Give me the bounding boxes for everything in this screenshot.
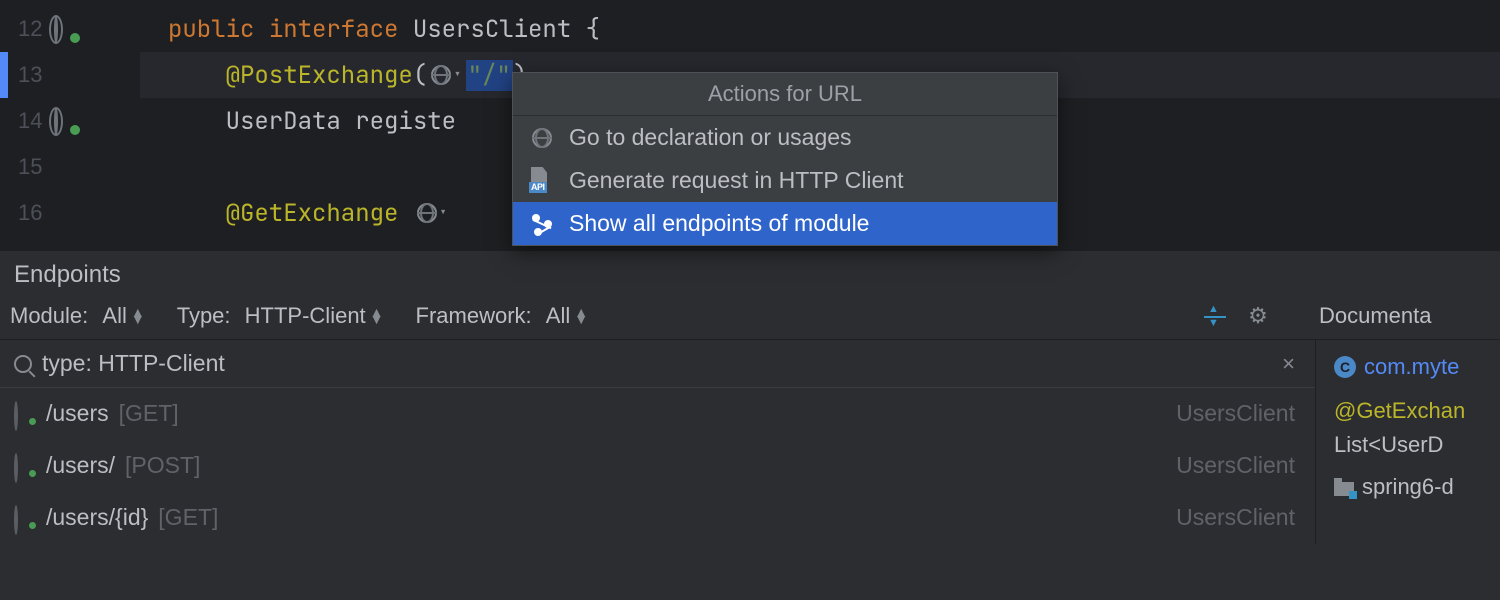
popup-item-label: Show all endpoints of module: [569, 210, 869, 237]
line-number: 13: [18, 62, 42, 88]
url-globe-icon[interactable]: ▾: [413, 203, 451, 223]
documentation-panel: C com.myte @GetExchan List<UserD spring6…: [1315, 340, 1500, 544]
line-number: 12: [18, 16, 42, 42]
framework-filter[interactable]: Framework: All ▲▼: [416, 303, 589, 329]
annotation: @PostExchange: [226, 60, 413, 91]
gutter-line: 13: [0, 52, 140, 98]
current-line-marker: [0, 52, 8, 98]
gutter-line: 15: [0, 144, 140, 190]
doc-annotation: @GetExchan: [1334, 398, 1465, 424]
type-filter[interactable]: Type: HTTP-Client ▲▼: [177, 303, 384, 329]
endpoints-icon: [529, 211, 555, 237]
line-number: 14: [18, 108, 42, 134]
endpoint-icon: [14, 403, 36, 425]
popup-title: Actions for URL: [513, 73, 1057, 116]
endpoint-row[interactable]: /users/{id} [GET] UsersClient: [0, 492, 1315, 544]
popup-item-goto-declaration[interactable]: Go to declaration or usages: [513, 116, 1057, 159]
filter-value: HTTP-Client: [245, 303, 366, 329]
filter-label: Framework:: [416, 303, 532, 329]
url-actions-popup: Actions for URL Go to declaration or usa…: [512, 72, 1058, 246]
type-name: UserData: [226, 106, 341, 137]
class-icon: C: [1334, 356, 1356, 378]
endpoint-client: UsersClient: [1176, 452, 1301, 479]
keyword: interface: [269, 14, 399, 45]
line-number: 16: [18, 200, 42, 226]
paren: (: [413, 60, 427, 91]
string-literal: "/": [466, 60, 513, 91]
gutter-line: 16: [0, 190, 140, 236]
globe-icon[interactable]: [54, 109, 78, 133]
chevron-updown-icon: ▲▼: [370, 309, 384, 323]
chevron-updown-icon: ▲▼: [131, 309, 145, 323]
endpoint-row[interactable]: /users [GET] UsersClient: [0, 388, 1315, 440]
popup-item-label: Go to declaration or usages: [569, 124, 852, 151]
endpoint-method: [POST]: [125, 452, 200, 479]
gear-icon[interactable]: ⚙: [1247, 305, 1269, 327]
endpoint-path: /users/: [46, 452, 115, 479]
popup-item-label: Generate request in HTTP Client: [569, 167, 904, 194]
search-row: ×: [0, 340, 1315, 388]
endpoint-icon: [14, 507, 36, 529]
module-folder-icon: [1334, 482, 1354, 496]
tool-window-title: Endpoints: [0, 250, 1500, 299]
code-line[interactable]: public interface UsersClient {: [140, 6, 1500, 52]
doc-module-row[interactable]: spring6-d: [1334, 470, 1500, 504]
globe-icon[interactable]: [54, 17, 78, 41]
doc-sig-row: List<UserD: [1334, 428, 1500, 462]
filter-label: Type:: [177, 303, 231, 329]
clear-search-icon[interactable]: ×: [1276, 351, 1301, 377]
gutter-line: 14: [0, 98, 140, 144]
endpoint-path: /users/{id}: [46, 504, 148, 531]
api-file-icon: API: [529, 168, 555, 194]
doc-module-name: spring6-d: [1362, 474, 1454, 500]
endpoint-client: UsersClient: [1176, 400, 1301, 427]
endpoints-tool-window: Endpoints Module: All ▲▼ Type: HTTP-Clie…: [0, 250, 1500, 544]
endpoints-list: × /users [GET] UsersClient /users/ [POST…: [0, 340, 1315, 544]
search-input[interactable]: [42, 350, 1266, 377]
gutter-line: 12: [0, 6, 140, 52]
search-icon: [14, 355, 32, 373]
doc-class-row[interactable]: C com.myte: [1334, 350, 1500, 384]
class-name: UsersClient: [413, 14, 571, 45]
doc-signature: List<UserD: [1334, 432, 1443, 458]
endpoint-client: UsersClient: [1176, 504, 1301, 531]
endpoint-row[interactable]: /users/ [POST] UsersClient: [0, 440, 1315, 492]
endpoint-method: [GET]: [158, 504, 218, 531]
tool-window-filters: Module: All ▲▼ Type: HTTP-Client ▲▼ Fram…: [0, 299, 1500, 340]
module-filter[interactable]: Module: All ▲▼: [10, 303, 145, 329]
method-name: registe: [355, 106, 456, 137]
filter-value: All: [102, 303, 126, 329]
filter-label: Module:: [10, 303, 88, 329]
doc-anno-row: @GetExchan: [1334, 394, 1500, 428]
editor-gutter: 12 13 14 15 16: [0, 0, 140, 250]
filter-value: All: [546, 303, 570, 329]
annotation: @GetExchange: [226, 198, 399, 229]
documentation-tab-label[interactable]: Documenta: [1319, 303, 1432, 328]
endpoint-icon: [14, 455, 36, 477]
brace: {: [586, 14, 600, 45]
line-number: 15: [18, 154, 42, 180]
endpoint-path: /users: [46, 400, 109, 427]
expand-all-icon[interactable]: [1203, 304, 1227, 328]
endpoint-method: [GET]: [119, 400, 179, 427]
url-globe-icon[interactable]: ▾: [427, 65, 465, 85]
package-link: com.myte: [1364, 354, 1459, 380]
keyword: public: [168, 14, 254, 45]
popup-item-generate-request[interactable]: API Generate request in HTTP Client: [513, 159, 1057, 202]
popup-item-show-endpoints[interactable]: Show all endpoints of module: [513, 202, 1057, 245]
globe-icon: [529, 125, 555, 151]
chevron-updown-icon: ▲▼: [574, 309, 588, 323]
